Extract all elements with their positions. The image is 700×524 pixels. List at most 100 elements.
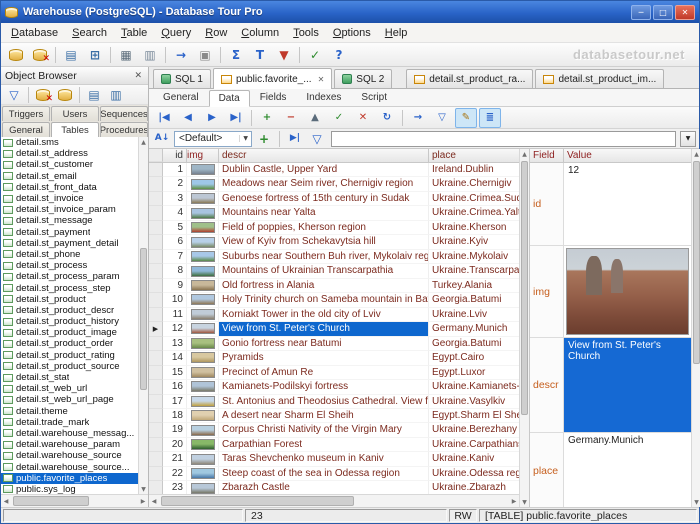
last-record-icon[interactable]: ▶|	[225, 108, 247, 128]
cancel-edit-icon[interactable]: ✕	[352, 108, 374, 128]
cell-descr[interactable]: St. Antonius and Theodosius Cathedral. V…	[219, 394, 429, 409]
cell-place[interactable]: Ukraine.Kaniv	[429, 452, 519, 467]
table-list-item-detail-st-email[interactable]: detail.st_email	[1, 171, 138, 182]
table-list-item-detail-st-process-step[interactable]: detail.st_process_step	[1, 282, 138, 294]
table-list-item-detail-st-process[interactable]: detail.st_process	[1, 260, 138, 271]
scroll-thumb[interactable]	[13, 496, 90, 506]
cell-place[interactable]: Ukraine.Crimea.Yalta	[429, 206, 519, 221]
table-list-item-detail-st-invoice-param[interactable]: detail.st_invoice_param	[1, 204, 138, 215]
table-list-item-detail-st-product-rating[interactable]: detail.st_product_rating	[1, 350, 138, 361]
table-row[interactable]: 11 Korniakt Tower in the old city of Lviv…	[149, 307, 519, 323]
scroll-track[interactable]	[159, 495, 509, 507]
cell-descr[interactable]: Kamianets-Podilskyi fortress	[219, 380, 429, 395]
cell-descr[interactable]: View from St. Peter's Church	[219, 322, 429, 337]
cell-img[interactable]	[187, 365, 219, 381]
table-list-item-detail-st-stat[interactable]: detail.st_stat	[1, 372, 138, 383]
cell-place[interactable]: Germany.Munich	[429, 322, 519, 337]
scroll-left-icon[interactable]: ◀	[1, 495, 11, 507]
new-sql-window-icon[interactable]: ⊞	[84, 45, 106, 65]
table-list-item-detail-st-address[interactable]: detail.st_address	[1, 148, 138, 159]
cell-id[interactable]: 22	[163, 466, 187, 482]
doc-tab-public-favorite[interactable]: public.favorite_... ✕	[212, 68, 333, 89]
table-row[interactable]: 8 Mountains of Ukrainian Transcarpathia Uk…	[149, 264, 519, 279]
field-value[interactable]	[564, 246, 691, 337]
cell-place[interactable]: Ukraine.Kyiv	[429, 235, 519, 250]
table-list-item-public-sys-log[interactable]: public.sys_log	[1, 484, 138, 494]
field-value[interactable]: Germany.Munich	[564, 433, 691, 507]
view-tab-data[interactable]: Data	[208, 90, 250, 107]
column-header-img[interactable]: img	[187, 149, 219, 162]
table-list-item-detail-st-phone[interactable]: detail.st_phone	[1, 249, 138, 260]
cell-id[interactable]: 12	[163, 322, 187, 337]
menu-database[interactable]: Database	[4, 25, 65, 41]
cell-id[interactable]: 19	[163, 423, 187, 438]
validate-icon[interactable]: ✓	[304, 45, 326, 65]
add-view-button[interactable]: +	[255, 131, 273, 147]
cell-img[interactable]	[187, 423, 219, 438]
cell-place[interactable]: Egypt.Luxor	[429, 366, 519, 381]
scroll-right-icon[interactable]: ▶	[509, 495, 519, 507]
doc-tab-detail-st-product-im[interactable]: detail.st_product_im...	[535, 69, 665, 88]
cell-id[interactable]: 11	[163, 307, 187, 323]
table-row[interactable]: 1 Dublin Castle, Upper Yard Ireland.Dublin	[149, 163, 519, 178]
edit-mode-icon[interactable]: ✎	[455, 107, 477, 128]
table-list-item-detail-st-payment[interactable]: detail.st_payment	[1, 227, 138, 238]
table-list-item-detail-st-product[interactable]: detail.st_product	[1, 294, 138, 305]
scroll-thumb[interactable]	[693, 161, 700, 364]
table-row[interactable]: 17 St. Antonius and Theodosius Cathedral.…	[149, 394, 519, 409]
scroll-up-icon[interactable]: ▲	[692, 149, 700, 159]
column-header-id[interactable]: id	[163, 149, 187, 162]
table-row[interactable]: 2 Meadows near Seim river, Chernigiv regi…	[149, 177, 519, 192]
table-list-item-detail-st-customer[interactable]: detail.st_customer	[1, 159, 138, 170]
cell-img[interactable]	[187, 220, 219, 236]
cell-descr[interactable]: Precinct of Amun Re	[219, 365, 429, 381]
table-list-item-detail-trade-mark[interactable]: detail.trade_mark	[1, 417, 138, 428]
cell-id[interactable]: 20	[163, 437, 187, 453]
cell-place[interactable]: Turkey.Alania	[429, 279, 519, 294]
table-row[interactable]: 9 Old fortress in Alania Turkey.Alania	[149, 278, 519, 294]
table-list-item-detail-st-invoice[interactable]: detail.st_invoice	[1, 193, 138, 204]
cell-descr[interactable]: Old fortress in Alania	[219, 278, 429, 294]
cell-id[interactable]: 15	[163, 365, 187, 381]
cell-descr[interactable]: Pyramids	[219, 351, 429, 366]
close-panel-icon[interactable]: ✕	[132, 71, 144, 81]
cell-place[interactable]: Ireland.Dublin	[429, 163, 519, 178]
table-list-item-detail-st-message[interactable]: detail.st_message	[1, 215, 138, 226]
cell-descr[interactable]: Meadows near Seim river, Chernigiv regio…	[219, 177, 429, 192]
cell-img[interactable]	[187, 191, 219, 207]
scroll-down-icon[interactable]: ▼	[520, 497, 529, 507]
cell-img[interactable]	[187, 264, 219, 279]
cell-id[interactable]: 9	[163, 278, 187, 294]
filter-dropdown-button[interactable]: ▼	[680, 130, 696, 147]
copy-object-icon[interactable]: ▤	[84, 86, 104, 104]
first-record-icon[interactable]: |◀	[153, 108, 175, 128]
view-tab-general[interactable]: General	[153, 89, 209, 106]
menu-table[interactable]: Table	[114, 25, 154, 41]
tab-sequences[interactable]: Sequences	[100, 106, 148, 121]
table-row[interactable]: 22 Steep coast of the sea in Odessa regio…	[149, 466, 519, 482]
scroll-track[interactable]	[520, 159, 529, 497]
table-list-item-detail-theme[interactable]: detail.theme	[1, 406, 138, 417]
cell-descr[interactable]: Dublin Castle, Upper Yard	[219, 163, 429, 178]
table-list-item-public-favorite-places[interactable]: public.favorite_places	[1, 472, 138, 484]
table-row[interactable]: 4 Mountains near Yalta Ukraine.Crimea.Yalt…	[149, 206, 519, 221]
filter-button[interactable]: ▽	[308, 131, 326, 147]
table-list-item-detail-warehouse-param[interactable]: detail.warehouse_param	[1, 439, 138, 450]
scroll-track[interactable]	[692, 159, 700, 497]
minimize-button[interactable]: ─	[631, 4, 651, 20]
inspector-row-descr[interactable]: descr View from St. Peter's Church	[530, 338, 691, 433]
cell-img[interactable]	[187, 380, 219, 395]
copy-to-clipboard-icon[interactable]: ▣	[194, 45, 216, 65]
help-icon[interactable]: ?	[328, 45, 350, 65]
cell-descr[interactable]: Field of poppies, Kherson region	[219, 220, 429, 236]
cell-img[interactable]	[187, 351, 219, 366]
cell-img[interactable]	[187, 293, 219, 308]
insert-record-icon[interactable]: +	[256, 108, 278, 128]
view-tab-script[interactable]: Script	[351, 89, 397, 106]
post-edit-icon[interactable]: ✓	[328, 108, 350, 128]
maximize-button[interactable]: □	[653, 4, 673, 20]
calculate-summary-icon[interactable]: Σ	[225, 45, 247, 65]
cell-id[interactable]: 3	[163, 191, 187, 207]
grid-hscrollbar[interactable]: ◀ ▶	[149, 494, 519, 507]
open-database-icon[interactable]	[5, 45, 27, 65]
